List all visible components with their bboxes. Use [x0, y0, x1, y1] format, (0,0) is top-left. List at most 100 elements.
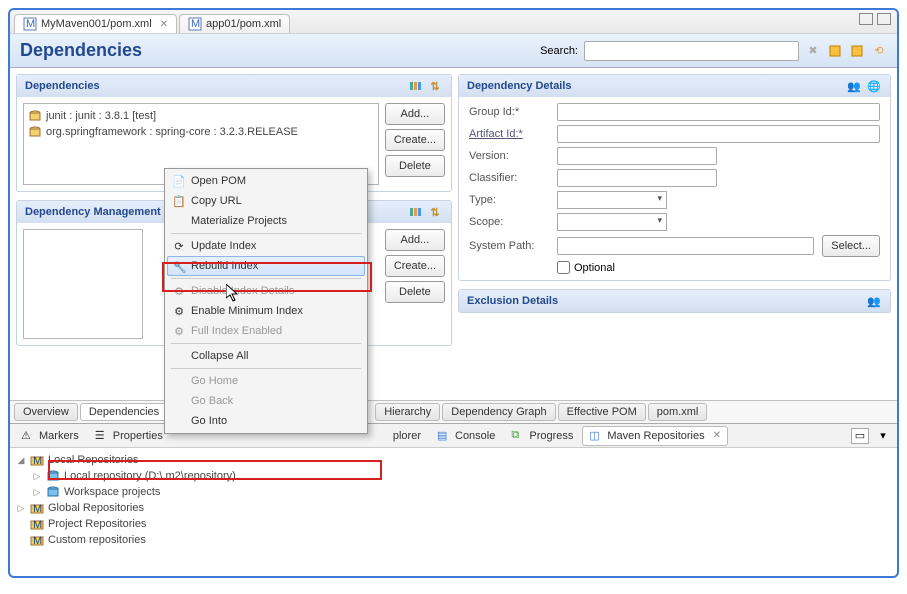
view-tabs: ⚠Markers ☰Properties plorer ▤Console ⧉Pr…: [10, 423, 897, 447]
menu-update-index[interactable]: ⟳Update Index: [167, 236, 365, 256]
menu-go-back[interactable]: Go Back: [167, 391, 365, 411]
svg-text:M: M: [191, 18, 200, 30]
repository-tree[interactable]: ◢MLocal Repositories ▷Local repository (…: [10, 447, 897, 578]
maven-repos-icon: ◫: [589, 429, 603, 443]
add-button[interactable]: Add...: [385, 103, 445, 125]
menu-open-pom[interactable]: 📄Open POM: [167, 171, 365, 191]
expand-icon[interactable]: ▷: [16, 503, 26, 514]
filter-icon[interactable]: [407, 78, 423, 94]
menu-collapse-all[interactable]: Collapse All: [167, 346, 365, 366]
create-button[interactable]: Create...: [385, 255, 445, 277]
scope-select[interactable]: [557, 213, 667, 231]
expand-icon[interactable]: ▷: [32, 471, 42, 482]
doc-icon: 📄: [171, 173, 187, 189]
group-id-input[interactable]: [557, 103, 880, 121]
toolbar-icon-2[interactable]: [849, 43, 865, 59]
tree-row-custom[interactable]: MCustom repositories: [16, 532, 891, 548]
dropdown-icon[interactable]: ▾: [875, 428, 891, 444]
tab-dependencies[interactable]: Dependencies: [80, 403, 168, 421]
menu-full-index[interactable]: ⚙Full Index Enabled: [167, 321, 365, 341]
svg-text:M: M: [26, 18, 35, 30]
tab-hierarchy[interactable]: Hierarchy: [375, 403, 440, 421]
repo-folder-icon: M: [30, 533, 44, 547]
close-icon[interactable]: ✕: [713, 430, 721, 441]
rebuild-icon: 🔧: [172, 259, 188, 275]
context-menu: 📄Open POM 📋Copy URL Materialize Projects…: [164, 168, 368, 434]
tree-row-local-repo[interactable]: ▷Local repository (D:\.m2\repository): [16, 468, 891, 484]
dependency-item[interactable]: org.springframework : spring-core : 3.2.…: [28, 124, 374, 140]
toolbar-icon-1[interactable]: [827, 43, 843, 59]
menu-rebuild-index[interactable]: 🔧Rebuild Index: [167, 256, 365, 276]
expand-icon[interactable]: ▷: [32, 487, 42, 498]
version-label: Version:: [469, 150, 549, 162]
view-markers[interactable]: ⚠Markers: [14, 426, 86, 446]
jar-icon: [28, 125, 42, 139]
menu-go-home[interactable]: Go Home: [167, 371, 365, 391]
people-icon[interactable]: 👥: [866, 293, 882, 309]
dm-list[interactable]: [23, 229, 143, 339]
editor-tab-bar: M MyMaven001/pom.xml ✕ M app01/pom.xml: [10, 10, 897, 34]
tab-effective-pom[interactable]: Effective POM: [558, 403, 646, 421]
pom-tabs: Overview Dependencies Hierarchy Dependen…: [10, 400, 897, 423]
add-button[interactable]: Add...: [385, 229, 445, 251]
search-input[interactable]: [584, 41, 799, 61]
create-button[interactable]: Create...: [385, 129, 445, 151]
separator: [171, 233, 361, 234]
view-properties[interactable]: ☰Properties: [88, 426, 170, 446]
artifact-id-input[interactable]: [557, 125, 880, 143]
minimize-icon[interactable]: [859, 13, 873, 25]
sort-icon[interactable]: ⇅: [427, 78, 443, 94]
delete-button[interactable]: Delete: [385, 155, 445, 177]
section-title: Dependency Management: [25, 206, 161, 218]
globe-icon[interactable]: 🌐: [866, 78, 882, 94]
menu-disable-details[interactable]: ⚙Disable Index Details: [167, 281, 365, 301]
sort-icon[interactable]: ⇅: [427, 204, 443, 220]
maven-file-icon: M: [188, 17, 202, 31]
select-button[interactable]: Select...: [822, 235, 880, 257]
filter-icon[interactable]: [407, 204, 423, 220]
refresh-icon[interactable]: ⟲: [871, 43, 887, 59]
collapse-icon[interactable]: ◢: [16, 455, 26, 466]
tab-app01-pom[interactable]: M app01/pom.xml: [179, 14, 290, 33]
maximize-icon[interactable]: [877, 13, 891, 25]
separator: [171, 343, 361, 344]
gear-icon: ⚙: [171, 283, 187, 299]
classifier-input[interactable]: [557, 169, 717, 187]
optional-checkbox[interactable]: [557, 261, 570, 274]
tree-row-workspace[interactable]: ▷Workspace projects: [16, 484, 891, 500]
people-icon[interactable]: 👥: [846, 78, 862, 94]
repo-folder-icon: M: [30, 453, 44, 467]
delete-button[interactable]: Delete: [385, 281, 445, 303]
version-input[interactable]: [557, 147, 717, 165]
syspath-input[interactable]: [557, 237, 814, 255]
svg-text:M: M: [33, 455, 42, 467]
view-progress[interactable]: ⧉Progress: [504, 426, 580, 446]
menu-materialize[interactable]: Materialize Projects: [167, 211, 365, 231]
menu-enable-min[interactable]: ⚙Enable Minimum Index: [167, 301, 365, 321]
dependency-item[interactable]: junit : junit : 3.8.1 [test]: [28, 108, 374, 124]
view-maven-repos[interactable]: ◫Maven Repositories✕: [582, 426, 728, 446]
copy-icon: 📋: [171, 193, 187, 209]
tab-label: MyMaven001/pom.xml: [41, 18, 152, 30]
clear-search-icon[interactable]: ✖: [805, 43, 821, 59]
type-label: Type:: [469, 194, 549, 206]
tab-pomxml[interactable]: pom.xml: [648, 403, 708, 421]
tab-overview[interactable]: Overview: [14, 403, 78, 421]
syspath-label: System Path:: [469, 240, 549, 252]
progress-icon: ⧉: [511, 429, 525, 443]
view-console[interactable]: ▤Console: [430, 426, 502, 446]
view-menu-icon[interactable]: ▭: [851, 428, 869, 444]
separator: [171, 368, 361, 369]
tree-row-local-root[interactable]: ◢MLocal Repositories: [16, 452, 891, 468]
view-explorer[interactable]: plorer: [386, 427, 428, 445]
markers-icon: ⚠: [21, 429, 35, 443]
close-icon[interactable]: ✕: [160, 19, 168, 30]
tree-row-project[interactable]: MProject Repositories: [16, 516, 891, 532]
tab-mymaven-pom[interactable]: M MyMaven001/pom.xml ✕: [14, 14, 177, 33]
tree-row-global[interactable]: ▷MGlobal Repositories: [16, 500, 891, 516]
svg-text:M: M: [33, 535, 42, 547]
menu-copy-url[interactable]: 📋Copy URL: [167, 191, 365, 211]
tab-dep-graph[interactable]: Dependency Graph: [442, 403, 555, 421]
menu-go-into[interactable]: Go Into: [167, 411, 365, 431]
type-select[interactable]: [557, 191, 667, 209]
